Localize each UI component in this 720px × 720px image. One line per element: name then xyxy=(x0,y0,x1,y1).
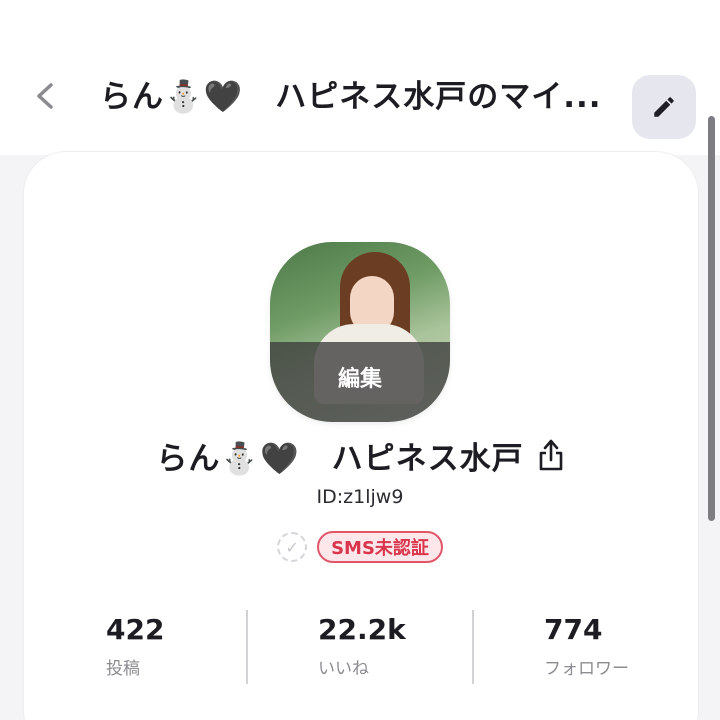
stat-followers[interactable]: 774 フォロワー xyxy=(544,610,629,690)
stat-followers-value: 774 xyxy=(544,613,603,646)
verification-row: ✓ SMS未認証 xyxy=(0,530,720,564)
stat-divider xyxy=(472,610,474,684)
profile-name: らん⛄🖤 ハピネス水戸 xyxy=(156,440,524,477)
edit-profile-button[interactable] xyxy=(632,75,696,139)
share-icon xyxy=(539,439,562,471)
stat-posts-value: 422 xyxy=(106,613,165,646)
avatar-edit-overlay[interactable]: 編集 xyxy=(270,342,450,422)
back-button[interactable] xyxy=(30,78,60,114)
check-circle-icon: ✓ xyxy=(277,532,308,562)
stat-likes-label: いいね xyxy=(318,659,369,679)
stat-posts[interactable]: 422 投稿 xyxy=(106,610,164,690)
stat-followers-label: フォロワー xyxy=(544,659,629,679)
chevron-left-icon xyxy=(37,83,53,109)
stat-posts-label: 投稿 xyxy=(106,659,140,679)
stat-divider xyxy=(246,610,248,684)
top-nav-bar: らん⛄🖤 ハピネス水戸のマイ... xyxy=(0,0,720,155)
stat-likes[interactable]: 22.2k いいね xyxy=(318,610,406,690)
share-button[interactable] xyxy=(538,438,564,472)
user-id: ID:z1ljw9 xyxy=(316,486,404,508)
sms-status-badge[interactable]: SMS未認証 xyxy=(317,531,443,563)
stats-row: 422 投稿 22.2k いいね 774 フォロワー xyxy=(24,610,698,690)
avatar-edit-label: 編集 xyxy=(337,367,382,392)
page-title: らん⛄🖤 ハピネス水戸のマイ... xyxy=(100,79,602,115)
avatar[interactable]: 編集 xyxy=(270,242,450,422)
stat-likes-value: 22.2k xyxy=(318,613,406,646)
pencil-icon xyxy=(654,97,674,117)
profile-name-row: らん⛄🖤 ハピネス水戸 xyxy=(0,430,720,480)
